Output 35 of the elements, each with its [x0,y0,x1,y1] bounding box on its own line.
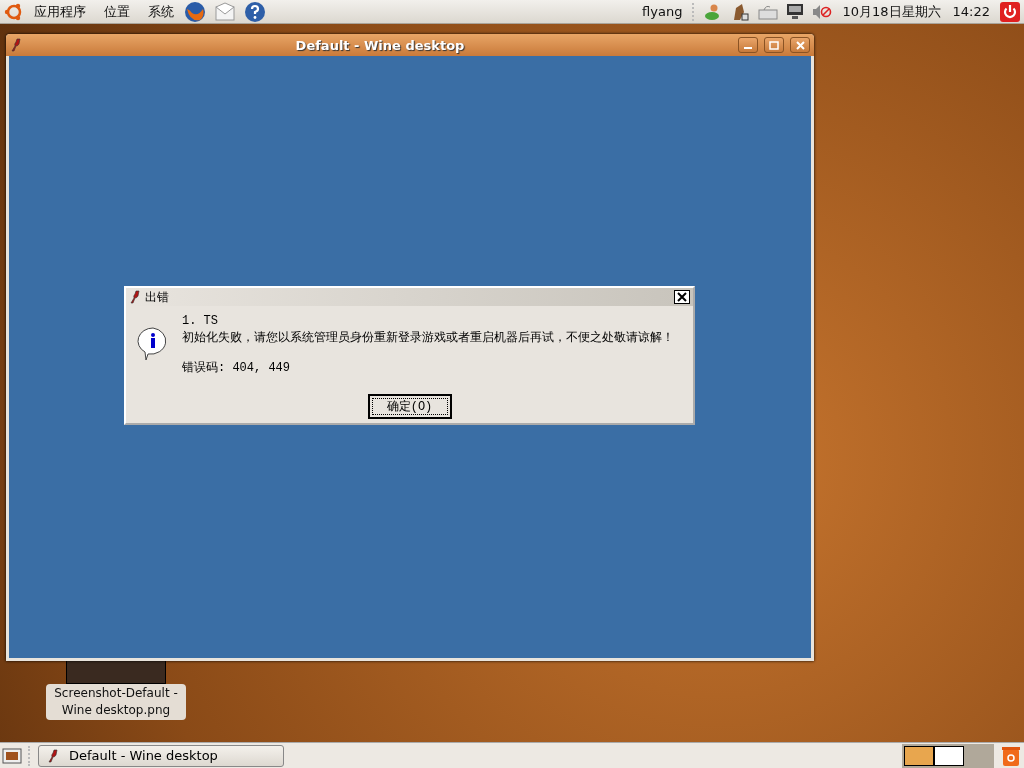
close-icon [677,292,687,302]
maximize-icon [769,40,779,50]
workspace-tile[interactable] [934,745,964,766]
panel-menu[interactable]: 位置 [102,2,132,21]
wine-glass-icon [10,38,22,52]
power-icon[interactable] [1000,1,1020,22]
close-button[interactable] [674,290,690,304]
help-icon[interactable] [244,0,266,23]
maximize-button[interactable] [764,37,784,53]
file-label[interactable]: Screenshot-Default - Wine desktop.png [46,684,186,720]
panel-clock[interactable]: 14:22 [950,4,992,19]
wine-glass-icon [47,748,59,763]
firefox-icon[interactable] [184,0,206,23]
workspace-tile[interactable] [904,745,934,766]
user-name[interactable]: flyang [640,4,685,19]
close-button[interactable] [790,37,810,53]
panel-menu[interactable]: 系统 [146,2,176,21]
message-line: 1. TS [182,314,219,328]
dialog-title: 出错 [145,289,170,306]
panel-menu[interactable]: 应用程序 [32,2,88,21]
monitor-icon[interactable] [786,2,805,21]
speaker-muted-icon[interactable] [812,3,833,20]
window-title: Default - Wine desktop [294,37,466,53]
screenshot-thumbnail[interactable] [66,660,166,684]
taskbar-button[interactable]: Default - Wine desktop [38,744,284,767]
message-line: 错误码: 404, 449 [182,360,291,376]
ubuntu-logo-icon[interactable] [4,1,24,22]
panel-date[interactable]: 10月18日星期六 [840,2,943,21]
message-line: 初始化失败，请您以系统管理员身份重新登录游戏或者重启机器后再试，不便之处敬请谅解！ [182,330,674,346]
wine-glass-icon [129,290,141,304]
show-desktop-icon[interactable] [2,745,22,766]
minimize-button[interactable] [738,37,758,53]
close-icon [795,40,805,50]
ok-button[interactable]: 确定(O) [367,394,452,419]
trash-icon[interactable] [1000,744,1022,767]
